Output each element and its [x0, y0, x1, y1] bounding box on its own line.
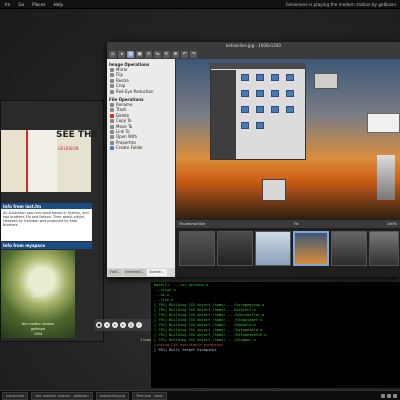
viewer-title: ketvonline.jpg - 1600x1200	[107, 42, 400, 50]
folder-icon	[286, 74, 294, 81]
terminal-window[interactable]: make[2]: ...ror_actions.o ...ction.o ...eo…	[151, 282, 400, 388]
taskbar-item[interactable]: ksnapshot	[2, 391, 29, 400]
folder-icon	[241, 74, 249, 81]
taskbar-item[interactable]: the modern station - gelbison	[31, 391, 93, 400]
rotate-left-icon[interactable]: ↺	[145, 51, 152, 58]
tab-information[interactable]: Informati...	[123, 269, 146, 276]
folder-icon	[271, 90, 279, 97]
flip-icon[interactable]: ⇋	[154, 51, 161, 58]
thumbnail[interactable]	[369, 231, 399, 266]
album-art-text: SEE THE	[56, 130, 98, 140]
terminal-line: [ 95%] Built target ksnapshot	[154, 348, 217, 352]
move-icon	[110, 124, 114, 129]
screenshot-weather-widget	[367, 113, 400, 133]
folder-icon	[256, 122, 264, 129]
tab-operations[interactable]: Operati...	[146, 269, 167, 276]
zoom-icon[interactable]: ⊕	[172, 51, 179, 58]
viewer-toolbar: ⌂ ◂ ▦ ▣ ↺ ⇋ ↻ ⊕ ↶ ↷	[107, 50, 400, 59]
rotate-right-icon[interactable]: ↻	[163, 51, 170, 58]
thumbnail[interactable]	[217, 231, 253, 266]
folder-icon	[286, 106, 294, 113]
play-icon[interactable]: ▸	[112, 322, 118, 328]
op-red-eye[interactable]: Red Eye Reduction	[109, 89, 173, 94]
album-cover: gelbison the modern station gelbison 200…	[1, 250, 75, 338]
now-playing-text: Geisenone is playing the modern station …	[285, 1, 396, 7]
cover-sub: gelbison	[30, 327, 46, 331]
thumbnail-selected[interactable]	[293, 231, 329, 266]
folder-icon	[271, 106, 279, 113]
undo-icon[interactable]: ↶	[181, 51, 188, 58]
screenshot-file-manager-header	[210, 63, 306, 69]
flip-icon	[110, 73, 114, 78]
thumbnail[interactable]	[331, 231, 367, 266]
taskbar: ksnapshot the modern station - gelbison …	[0, 390, 400, 400]
eye-icon	[110, 89, 114, 94]
folder-icon	[256, 74, 264, 81]
stop-icon[interactable]: ■	[96, 322, 102, 328]
folder-icon	[286, 90, 294, 97]
screenshot-window	[314, 73, 338, 89]
volume-icon[interactable]: ♪	[136, 322, 142, 328]
network-icon[interactable]	[381, 393, 385, 398]
viewer-statusbar: Thumbnail Bar Fit 100%	[176, 220, 400, 228]
open-icon	[110, 135, 114, 140]
screenshot-dialog	[262, 179, 286, 201]
op-create-folder[interactable]: Create Folder	[109, 145, 173, 151]
volume-icon[interactable]	[387, 393, 391, 398]
fit-label[interactable]: Fit	[294, 222, 298, 226]
copy-icon	[110, 119, 114, 124]
redo-icon[interactable]: ↷	[190, 51, 197, 58]
home-icon[interactable]: ⌂	[109, 51, 116, 58]
operations-sidebar: Image Operations Mirror Flip Resize Crop…	[107, 59, 175, 269]
rename-icon	[110, 103, 114, 108]
link-icon	[110, 130, 114, 135]
folder-icon	[241, 122, 249, 129]
myspace-caption: Info from myspace	[1, 242, 92, 249]
folder-icon	[241, 90, 249, 97]
taskbar-item[interactable]: Terminal - bash	[132, 391, 168, 400]
folder-icon	[256, 106, 264, 113]
folder-icon	[271, 74, 279, 81]
menu-go[interactable]: Go	[17, 2, 25, 7]
back-icon[interactable]: ◂	[118, 51, 125, 58]
folder-icon	[110, 146, 114, 151]
view-icon[interactable]: ▣	[136, 51, 143, 58]
artist-bio: An Australian pop rock band based in Syd…	[1, 209, 92, 241]
next-icon[interactable]: ▸	[120, 322, 126, 328]
cover-band: gelbison	[30, 294, 46, 298]
properties-icon	[110, 140, 114, 145]
cover-title: the modern station	[21, 322, 55, 326]
zoom-level[interactable]: 100%	[387, 222, 397, 226]
clock-icon[interactable]	[393, 393, 397, 398]
pause-icon[interactable]: ‖	[128, 322, 134, 328]
system-tray	[381, 393, 400, 398]
crop-icon	[110, 84, 114, 89]
menu-places[interactable]: Places	[31, 2, 46, 7]
screenshot-panel	[377, 155, 395, 200]
trash-icon	[110, 108, 114, 113]
resize-icon	[110, 78, 114, 83]
menu-help[interactable]: Help	[52, 2, 64, 7]
sidebar-tabs: Fold... Informati... Operati...	[107, 268, 175, 277]
taskbar-item[interactable]: ketvonline.jpg	[95, 391, 129, 400]
thumbnail[interactable]	[179, 231, 215, 266]
top-panel: Im Go Places Help Geisenone is playing t…	[0, 0, 400, 9]
grid-icon[interactable]: ▦	[127, 51, 134, 58]
delete-icon	[110, 113, 114, 118]
folder-icon	[241, 106, 249, 113]
tab-folders[interactable]: Fold...	[108, 269, 123, 276]
thumbnail[interactable]	[255, 231, 291, 266]
thumbnail-bar-label: Thumbnail Bar	[179, 222, 206, 226]
album-art-subtext: GELBISON	[58, 146, 79, 151]
previous-icon[interactable]: ◂	[104, 322, 110, 328]
mirror-icon	[110, 68, 114, 72]
cover-year: 2004	[33, 332, 43, 336]
menu-im[interactable]: Im	[4, 2, 11, 7]
screenshot-file-manager-sidebar	[211, 70, 236, 159]
thumbnail-bar	[176, 228, 400, 277]
folder-icon	[256, 90, 264, 97]
